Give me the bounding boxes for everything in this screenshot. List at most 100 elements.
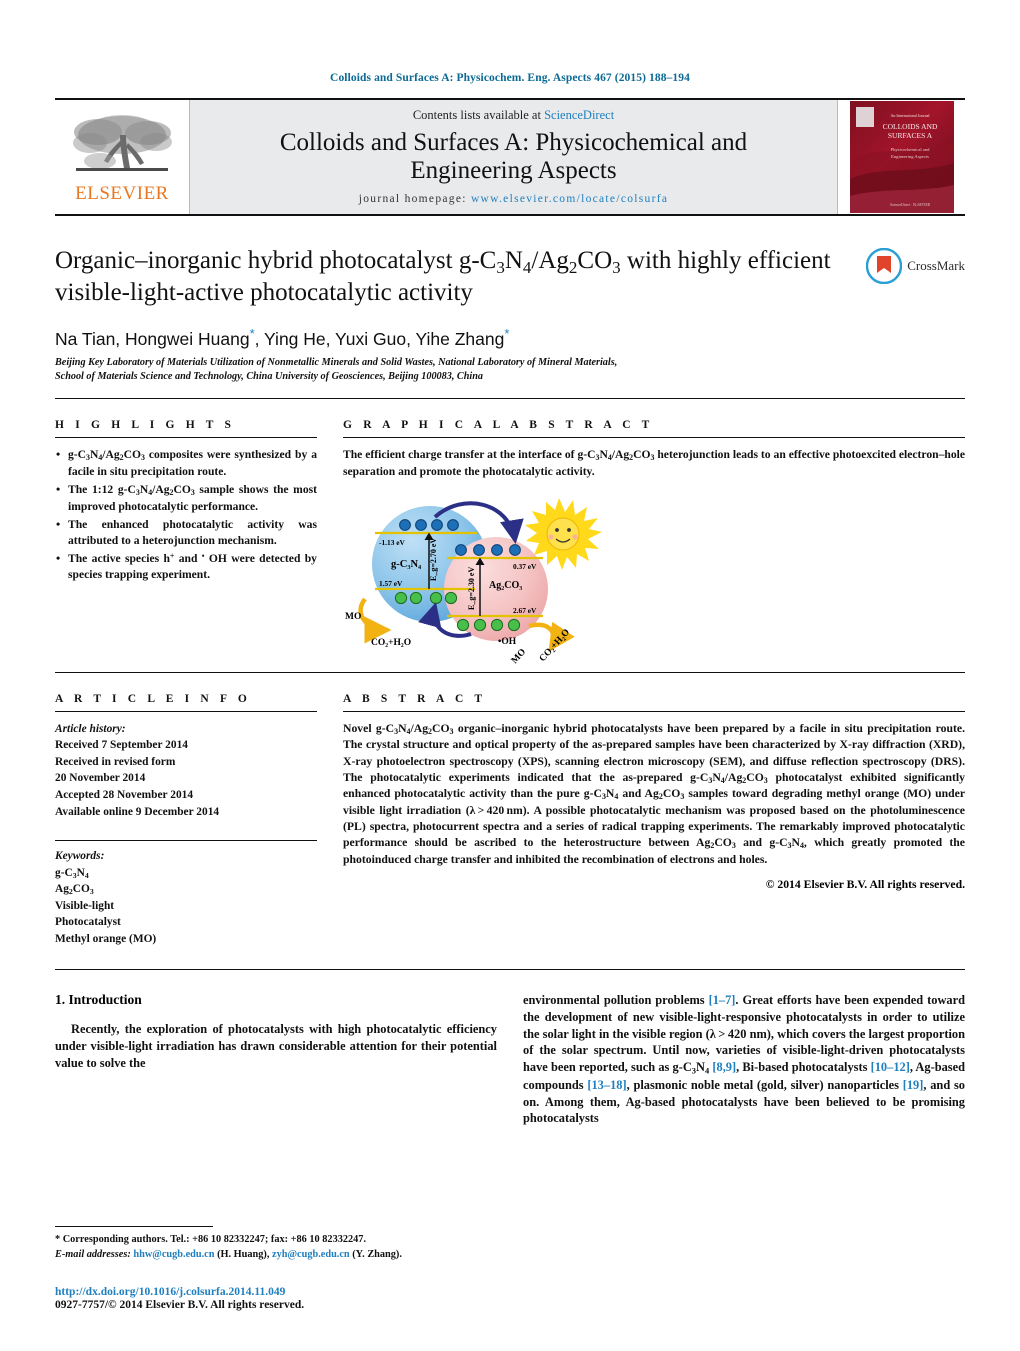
highlights-heading: H I G H L I G H T S xyxy=(55,418,236,431)
email-owner-1: (H. Huang), xyxy=(217,1249,270,1261)
intro-paragraph-right: environmental pollution problems [1–7]. … xyxy=(523,993,965,1126)
email-note: E-mail addresses: hhw@cugb.edu.cn (H. Hu… xyxy=(55,1248,495,1263)
highlights-column: H I G H L I G H T S g-C3N4/Ag2CO3 compos… xyxy=(55,399,317,668)
contents-line: Contents lists available at ScienceDirec… xyxy=(413,108,614,123)
affiliation-line-1: Beijing Key Laboratory of Materials Util… xyxy=(55,356,618,368)
email-label: E-mail addresses: xyxy=(55,1249,131,1261)
citation-ref[interactable]: [19] xyxy=(903,1078,924,1092)
email-link-2[interactable]: zyh@cugb.edu.cn xyxy=(272,1249,350,1260)
crossmark-badge[interactable]: CrossMark xyxy=(866,248,965,284)
page-title: Organic–inorganic hybrid photocatalyst g… xyxy=(55,247,831,307)
citation-ref[interactable]: [8,9] xyxy=(712,1060,736,1074)
list-item: The 1:12 g-C3N4/Ag2CO3 sample shows the … xyxy=(56,481,317,515)
publisher-logo: ELSEVIER xyxy=(55,100,190,214)
highlights-ga-zone: H I G H L I G H T S g-C3N4/Ag2CO3 compos… xyxy=(55,399,965,668)
history-item: Available online 9 December 2014 xyxy=(55,805,220,818)
list-item: The active species h+ and • OH were dete… xyxy=(56,550,317,583)
title-block: Organic–inorganic hybrid photocatalyst g… xyxy=(55,246,965,385)
keyword-item: Ag2CO3 xyxy=(55,883,94,897)
history-label: Article history: xyxy=(55,722,126,735)
mo-degradation-arrow-left xyxy=(358,597,392,644)
svg-text:An International Journal: An International Journal xyxy=(890,113,930,118)
graphical-abstract-heading: G R A P H I C A L A B S T R A C T xyxy=(343,418,654,431)
svg-text:CO₂+H₂O: CO₂+H₂O xyxy=(371,638,411,648)
intro-paragraph-left: Recently, the exploration of photocataly… xyxy=(55,1022,497,1070)
abstract-column: A B S T R A C T Novel g-C3N4/Ag2CO3 orga… xyxy=(343,673,965,947)
crossmark-label: CrossMark xyxy=(907,258,965,273)
citation-ref[interactable]: [13–18] xyxy=(587,1078,626,1092)
homepage-url[interactable]: www.elsevier.com/locate/colsurfa xyxy=(471,193,668,205)
article-info-column: A R T I C L E I N F O Article history: R… xyxy=(55,673,317,947)
abstract-copyright: © 2014 Elsevier B.V. All rights reserved… xyxy=(765,878,965,892)
author-list: Na Tian, Hongwei Huang*, Ying He, Yuxi G… xyxy=(55,325,510,349)
history-item: Received 7 September 2014 xyxy=(55,739,188,752)
journal-title-line2: Engineering Aspects xyxy=(410,156,617,184)
article-info-heading: A R T I C L E I N F O xyxy=(55,692,251,705)
svg-text:Ag₂CO₃: Ag₂CO₃ xyxy=(489,580,522,591)
corresponding-marker-2: * xyxy=(504,325,510,341)
svg-text:SURFACES A: SURFACES A xyxy=(887,131,932,140)
heterojunction-diagram: -1.13 eV 1.57 eV g-C₃N₄ 0.37 eV 2.67 eV … xyxy=(345,497,602,666)
journal-homepage: journal homepage: www.elsevier.com/locat… xyxy=(359,193,669,205)
crossmark-icon xyxy=(866,248,903,284)
introduction-zone: 1. Introduction Recently, the exploratio… xyxy=(55,992,965,1127)
svg-text:E_g=2.70 eV: E_g=2.70 eV xyxy=(429,537,438,580)
journal-title: Colloids and Surfaces A: Physicochemical… xyxy=(280,129,747,185)
corresponding-marker-1: * xyxy=(249,325,255,341)
info-abstract-zone: A R T I C L E I N F O Article history: R… xyxy=(55,673,965,947)
abstract-text: Novel g-C3N4/Ag2CO3 organic–inorganic hy… xyxy=(343,721,966,866)
svg-text:MO: MO xyxy=(510,647,528,666)
keywords-label: Keywords: xyxy=(55,850,105,863)
history-item: Accepted 28 November 2014 xyxy=(55,788,194,801)
journal-cover-image: An International Journal COLLOIDS AND SU… xyxy=(849,101,954,213)
article-info-rule xyxy=(55,710,317,712)
sciencedirect-link[interactable]: ScienceDirect xyxy=(544,108,614,122)
svg-text:1.57 eV: 1.57 eV xyxy=(379,579,403,588)
graphical-abstract-column: G R A P H I C A L A B S T R A C T The ef… xyxy=(343,399,965,668)
citation-ref[interactable]: [10–12] xyxy=(871,1060,910,1074)
keyword-item: Methyl orange (MO) xyxy=(55,932,157,945)
keyword-item: Photocatalyst xyxy=(55,916,121,929)
keyword-item: Visible-light xyxy=(55,899,115,912)
list-item: The enhanced photocatalytic activity was… xyxy=(56,516,317,549)
intro-column-right: environmental pollution problems [1–7]. … xyxy=(523,992,965,1127)
svg-text:0.37 eV: 0.37 eV xyxy=(513,562,537,571)
doi-link[interactable]: http://dx.doi.org/10.1016/j.colsurfa.201… xyxy=(55,1286,304,1298)
email-link-1[interactable]: hhw@cugb.edu.cn xyxy=(133,1249,214,1260)
footnote-block: * Corresponding authors. Tel.: +86 10 82… xyxy=(55,1226,495,1263)
svg-text:Physicochemical and: Physicochemical and xyxy=(890,147,930,152)
list-item: g-C3N4/Ag2CO3 composites were synthesize… xyxy=(56,446,317,480)
svg-text:ScienceDirect · ELSEVIER: ScienceDirect · ELSEVIER xyxy=(889,203,930,207)
history-item: 20 November 2014 xyxy=(55,772,146,785)
footer-block: http://dx.doi.org/10.1016/j.colsurfa.201… xyxy=(55,1286,304,1311)
history-item: Received in revised form xyxy=(55,755,176,768)
keyword-item: g-C3N4 xyxy=(55,866,89,880)
svg-text:MO: MO xyxy=(345,612,361,622)
graphical-abstract-text: The efficient charge transfer at the int… xyxy=(343,447,965,478)
elsevier-wordmark: ELSEVIER xyxy=(75,183,169,204)
svg-text:-1.13 eV: -1.13 eV xyxy=(379,538,406,547)
graphical-abstract-figure: -1.13 eV 1.57 eV g-C₃N₄ 0.37 eV 2.67 eV … xyxy=(343,486,965,668)
highlights-list: g-C3N4/Ag2CO3 composites were synthesize… xyxy=(55,446,317,583)
masthead-center: Contents lists available at ScienceDirec… xyxy=(190,100,837,214)
citation-ref[interactable]: [1–7] xyxy=(709,993,736,1007)
email-owner-2: (Y. Zhang). xyxy=(352,1249,402,1261)
homepage-label: journal homepage: xyxy=(358,192,467,205)
highlights-rule xyxy=(55,436,317,438)
journal-cover: An International Journal COLLOIDS AND SU… xyxy=(837,100,965,214)
svg-text:COLLOIDS AND: COLLOIDS AND xyxy=(882,122,937,131)
affiliation: Beijing Key Laboratory of Materials Util… xyxy=(55,356,965,385)
article-history: Article history: Received 7 September 20… xyxy=(55,721,317,820)
svg-text:2.67 eV: 2.67 eV xyxy=(513,606,537,615)
svg-text:•OH: •OH xyxy=(498,637,517,647)
abstract-divider xyxy=(55,969,965,971)
section-heading-introduction: 1. Introduction xyxy=(55,992,142,1008)
journal-title-line1: Colloids and Surfaces A: Physicochemical… xyxy=(279,128,748,156)
running-head: Colloids and Surfaces A: Physicochem. En… xyxy=(330,72,690,84)
svg-text:g-C₃N₄: g-C₃N₄ xyxy=(391,559,422,570)
graphical-abstract-rule xyxy=(343,436,965,438)
contents-prefix: Contents lists available at xyxy=(412,107,545,122)
keywords-rule xyxy=(55,840,317,842)
corresponding-author-note: * Corresponding authors. Tel.: +86 10 82… xyxy=(55,1234,367,1246)
svg-text:E_g=2.30 eV: E_g=2.30 eV xyxy=(467,566,476,609)
